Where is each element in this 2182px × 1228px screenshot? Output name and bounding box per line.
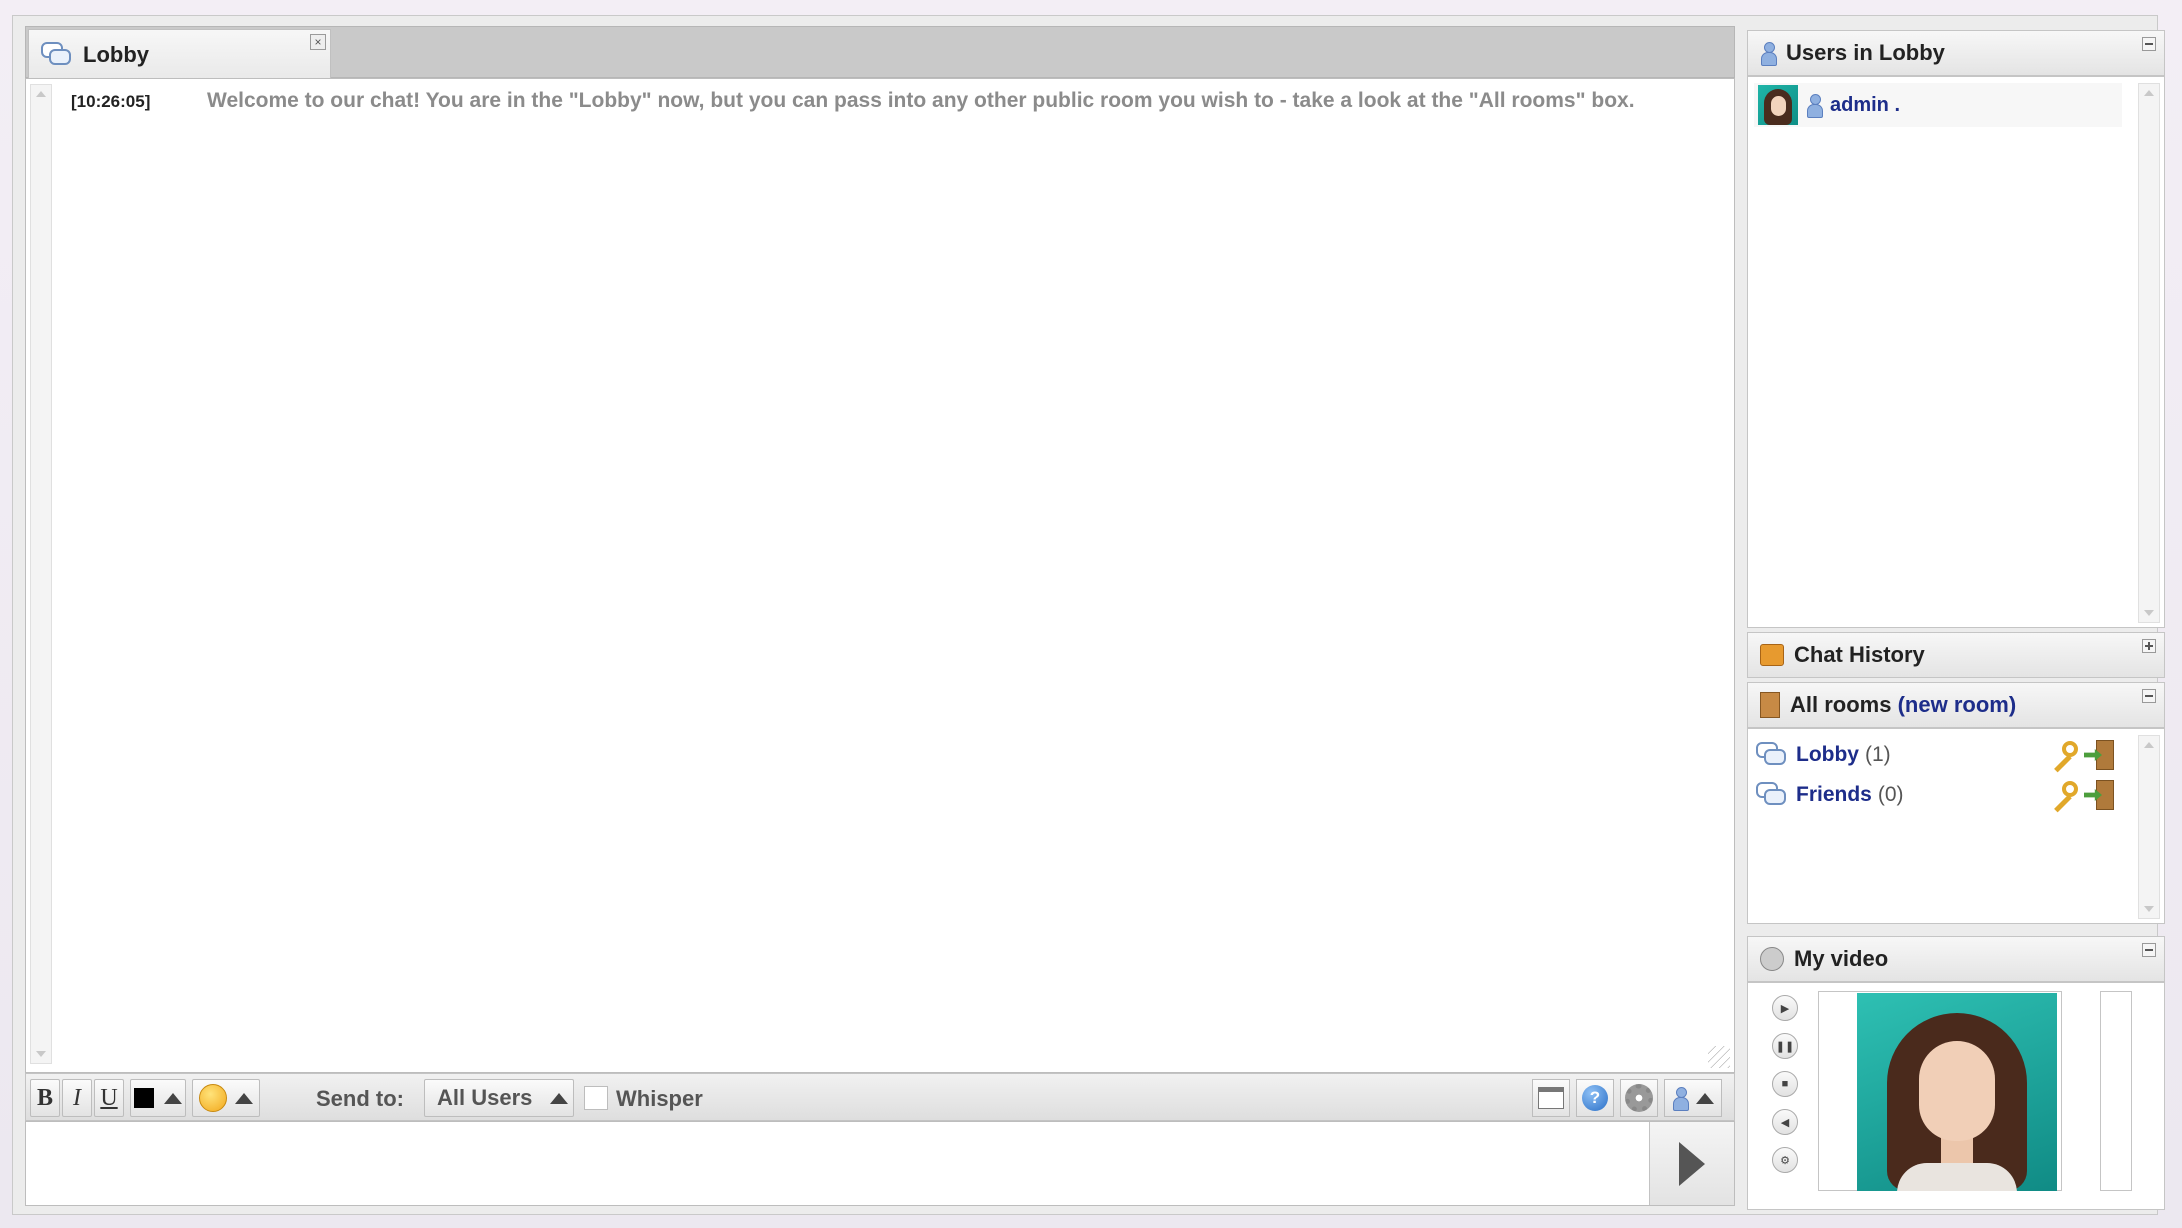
message-timestamp: [10:26:05] [71, 92, 151, 111]
chat-panel: Lobby × [10:26:05] Welcome to our chat! … [25, 26, 1735, 1216]
sidebar: Users in Lobby admin . Chat History All … [1735, 26, 2165, 1216]
message-row: [10:26:05] Welcome to our chat! You are … [71, 89, 1635, 113]
caret-up-icon [235, 1092, 253, 1104]
video-panel: ▶ ❚❚ ■ ◀ ⚙ [1747, 982, 2165, 1210]
video-preview [1818, 991, 2062, 1191]
message-input[interactable] [26, 1122, 1648, 1205]
rooms-icon [1760, 692, 1780, 718]
enter-room-icon[interactable] [2084, 780, 2114, 810]
rooms-panel-header[interactable]: All rooms (new room) [1747, 682, 2165, 728]
rooms-scrollbar[interactable] [2138, 735, 2160, 919]
send-button[interactable] [1649, 1122, 1734, 1205]
message-scrollbar[interactable] [30, 84, 52, 1064]
scroll-up-icon[interactable] [2144, 742, 2154, 748]
user-icon [1672, 1087, 1689, 1111]
emoticon-picker[interactable] [192, 1079, 260, 1117]
close-tab-icon[interactable]: × [310, 34, 326, 50]
room-tab-bar: Lobby × [25, 26, 1735, 79]
tab-lobby[interactable]: Lobby × [28, 29, 331, 79]
color-swatch [134, 1088, 154, 1108]
video-avatar-image [1857, 993, 2057, 1191]
room-item[interactable]: Lobby (1) [1756, 737, 2116, 773]
expand-icon[interactable] [2142, 639, 2156, 653]
users-icon [1760, 42, 1777, 66]
scroll-up-icon[interactable] [2144, 90, 2154, 96]
send-to-value: All Users [437, 1085, 533, 1110]
stop-icon[interactable]: ■ [1772, 1071, 1798, 1097]
room-count: (1) [1865, 743, 1891, 766]
scroll-down-icon[interactable] [2144, 906, 2154, 912]
history-icon [1760, 644, 1784, 666]
users-list: admin . [1747, 76, 2165, 628]
smiley-icon [199, 1084, 227, 1112]
bold-button[interactable]: B [30, 1079, 60, 1117]
minimize-icon[interactable] [2142, 689, 2156, 703]
help-icon: ? [1582, 1085, 1608, 1111]
room-icon [1756, 782, 1786, 808]
new-room-link[interactable]: (new room) [1898, 692, 2017, 717]
send-to-select[interactable]: All Users [424, 1079, 574, 1117]
chat-bubble-icon [41, 41, 71, 68]
room-item[interactable]: Friends (0) [1756, 777, 2116, 813]
settings-icon[interactable]: ⚙ [1772, 1147, 1798, 1173]
webcam-icon [1760, 947, 1784, 971]
user-status-icon [1806, 94, 1823, 118]
scroll-down-icon[interactable] [2144, 610, 2154, 616]
enter-room-icon[interactable] [2084, 740, 2114, 770]
message-log: [10:26:05] Welcome to our chat! You are … [25, 78, 1735, 1073]
help-button[interactable]: ? [1576, 1079, 1614, 1117]
room-name[interactable]: Friends [1796, 783, 1872, 806]
caret-up-icon [164, 1092, 182, 1104]
scroll-up-icon[interactable] [36, 91, 46, 97]
user-name: admin . [1830, 93, 1901, 116]
video-panel-title: My video [1794, 946, 1889, 971]
tab-label: Lobby [83, 41, 149, 67]
chat-history-header[interactable]: Chat History [1747, 632, 2165, 678]
play-icon[interactable]: ▶ [1772, 995, 1798, 1021]
popout-window-button[interactable] [1532, 1079, 1570, 1117]
whisper-label: Whisper [616, 1086, 703, 1111]
key-icon[interactable] [2048, 741, 2078, 773]
underline-button[interactable]: U [94, 1079, 124, 1117]
user-row[interactable]: admin . [1754, 83, 2122, 127]
window-icon [1538, 1087, 1564, 1109]
avatar [1758, 85, 1798, 125]
scroll-down-icon[interactable] [36, 1051, 46, 1057]
video-panel-header[interactable]: My video [1747, 936, 2165, 982]
settings-button[interactable] [1620, 1079, 1658, 1117]
send-to-label: Send to: [316, 1086, 404, 1111]
pause-icon[interactable]: ❚❚ [1772, 1033, 1798, 1059]
resize-grip-icon[interactable] [1708, 1046, 1730, 1068]
chat-history-title: Chat History [1794, 642, 1925, 667]
italic-button[interactable]: I [62, 1079, 92, 1117]
room-name[interactable]: Lobby [1796, 743, 1859, 766]
users-scrollbar[interactable] [2138, 83, 2160, 623]
users-panel-title: Users in Lobby [1786, 40, 1945, 65]
minimize-icon[interactable] [2142, 37, 2156, 51]
whisper-checkbox[interactable] [584, 1086, 608, 1110]
key-icon[interactable] [2048, 781, 2078, 813]
send-arrow-icon [1679, 1141, 1705, 1186]
message-toolbar: B I U Send to: All Users Whisper ? [25, 1073, 1735, 1121]
chat-application: Lobby × [10:26:05] Welcome to our chat! … [12, 15, 2165, 1216]
message-text: Welcome to our chat! You are in the "Lob… [207, 89, 1635, 112]
gear-icon [1625, 1084, 1653, 1112]
text-color-picker[interactable] [130, 1079, 186, 1117]
room-count: (0) [1877, 783, 1904, 806]
rooms-list: Lobby (1) Friends (0) [1747, 728, 2165, 924]
rooms-panel-title: All rooms (new room) [1790, 692, 2017, 717]
volume-meter [2100, 991, 2132, 1191]
volume-icon[interactable]: ◀ [1772, 1109, 1798, 1135]
message-input-area [25, 1121, 1735, 1206]
room-icon [1756, 742, 1786, 768]
caret-up-icon [1696, 1092, 1714, 1104]
caret-up-icon [550, 1092, 569, 1104]
minimize-icon[interactable] [2142, 943, 2156, 957]
user-status-button[interactable] [1664, 1079, 1722, 1117]
users-panel-header[interactable]: Users in Lobby [1747, 30, 2165, 76]
